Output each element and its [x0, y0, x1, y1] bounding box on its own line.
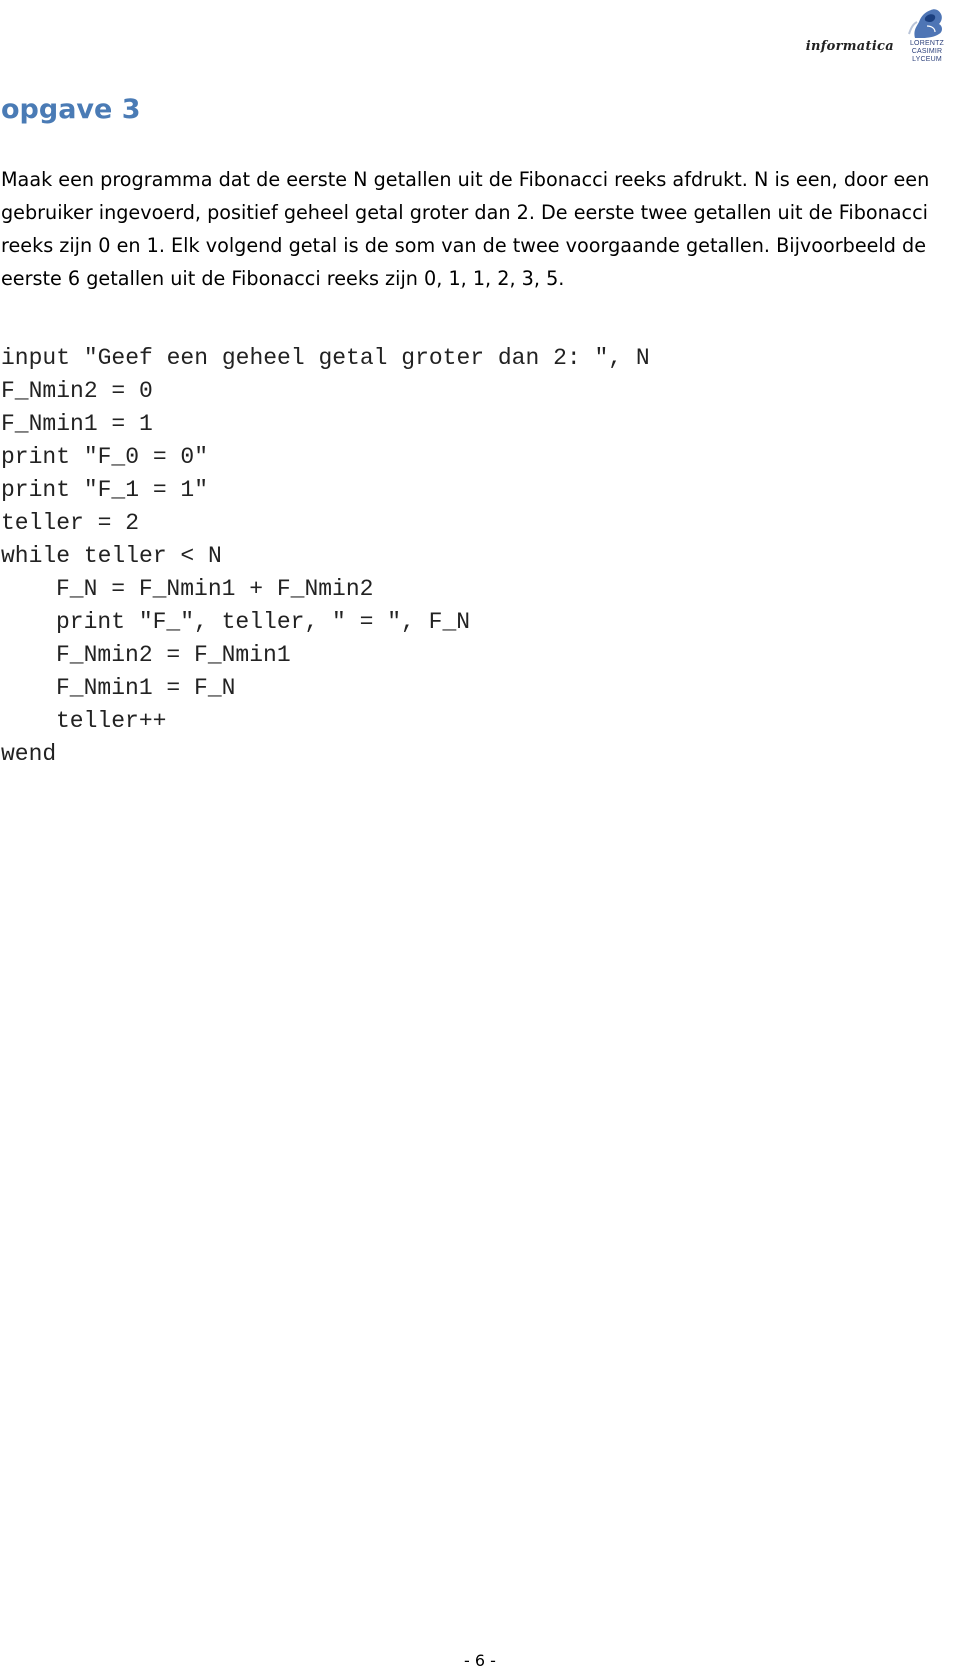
code-line: F_N = F_Nmin1 + F_Nmin2: [56, 576, 374, 602]
code-line: F_Nmin1 = F_N: [56, 675, 236, 701]
page-title: opgave 3: [1, 94, 141, 125]
code-line: F_Nmin2 = F_Nmin1: [56, 642, 291, 668]
code-block: input "Geef een geheel getal groter dan …: [1, 342, 650, 771]
code-line: F_Nmin2 = 0: [1, 378, 153, 404]
school-name-line: LYCEUM: [912, 56, 942, 63]
page-number: - 6 -: [464, 1651, 496, 1670]
code-line: print "F_0 = 0": [1, 444, 209, 470]
code-line: teller++: [56, 708, 167, 734]
code-line: wend: [1, 741, 57, 767]
code-line: F_Nmin1 = 1: [1, 411, 153, 437]
school-name-line: LORENTZ: [909, 40, 945, 47]
school-crest-icon: [908, 9, 942, 39]
assignment-description: Maak een programma dat de eerste N getal…: [1, 168, 930, 290]
code-line: print "F_", teller, " = ", F_N: [56, 609, 471, 635]
school-name-line: CASIMIR: [911, 48, 943, 55]
code-line: print "F_1 = 1": [1, 477, 209, 503]
school-logo: LORENTZ CASIMIR LYCEUM: [902, 4, 952, 64]
code-line: input "Geef een geheel getal groter dan …: [1, 345, 650, 371]
header-logo: informatica LORENTZ CASIMIR LYCEUM: [806, 4, 952, 64]
code-line: while teller < N: [1, 543, 222, 569]
informatica-logo-text: informatica: [805, 38, 894, 54]
code-line: teller = 2: [1, 510, 140, 536]
